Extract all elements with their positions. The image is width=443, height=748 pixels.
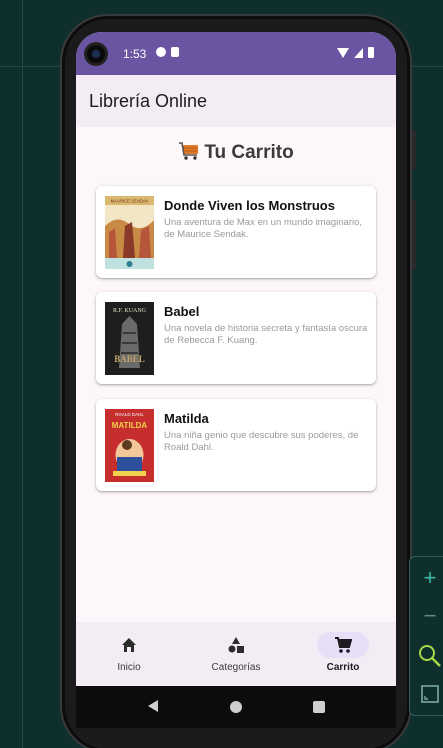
cover-author-text: ROALD DAHL	[115, 412, 144, 417]
page-title: Tu Carrito	[76, 142, 396, 164]
book-title: Donde Viven los Monstruos	[164, 198, 335, 213]
nav-active-indicator	[317, 632, 369, 658]
app-title: Librería Online	[89, 90, 208, 111]
nav-item-categorias[interactable]: Categorías	[183, 622, 289, 686]
app-bar: Librería Online	[76, 75, 396, 127]
cover-title-text: BABEL	[114, 354, 145, 364]
cover-author-text: R.F. KUANG	[113, 308, 147, 314]
front-camera	[84, 42, 108, 66]
book-cover-babel: R.F. KUANG BABEL	[105, 302, 154, 375]
home-icon	[122, 638, 136, 652]
volume-button	[412, 130, 416, 170]
status-bar: 1:53	[76, 32, 396, 75]
fit-screen-icon[interactable]	[410, 675, 443, 713]
book-description: Una novela de historia secreta y fantasí…	[164, 323, 368, 346]
nav-label: Categorías	[211, 662, 261, 673]
sd-card-icon	[171, 47, 179, 57]
battery-icon	[368, 47, 374, 58]
system-navigation-bar	[76, 686, 396, 728]
book-title: Babel	[164, 304, 200, 319]
app-screen: 1:53 Librería Online Tu Carrito MAURICE …	[76, 32, 396, 686]
status-time: 1:53	[123, 47, 147, 61]
cart-item[interactable]: MAURICE SENDAK Donde Viven los Monstruos…	[96, 186, 376, 278]
wifi-icon	[337, 47, 349, 58]
back-icon[interactable]	[148, 700, 158, 712]
page-title-text: Tu Carrito	[204, 142, 294, 163]
bottom-navigation: Inicio Categorías Carrito	[76, 622, 396, 686]
cover-author-text: MAURICE SENDAK	[111, 199, 149, 204]
zoom-out-icon[interactable]: −	[410, 597, 443, 635]
emulator-toolbar: + −	[409, 556, 443, 716]
cart-icon	[335, 637, 352, 653]
book-cover-matilda: ROALD DAHL MATILDA	[105, 409, 154, 482]
book-description: Una niña genio que descubre sus poderes,…	[164, 430, 359, 453]
cart-item[interactable]: R.F. KUANG BABEL Babel Una novela de his…	[96, 292, 376, 384]
book-cover-monstruos: MAURICE SENDAK	[105, 196, 154, 269]
power-button	[412, 200, 416, 270]
zoom-in-icon[interactable]: +	[410, 559, 443, 597]
cart-item[interactable]: ROALD DAHL MATILDA Matilda Una niña geni…	[96, 399, 376, 491]
cover-title-text: MATILDA	[112, 421, 148, 430]
signal-icon	[354, 47, 363, 58]
nav-item-inicio[interactable]: Inicio	[76, 622, 182, 686]
recents-icon[interactable]	[313, 701, 325, 713]
home-circle-icon[interactable]	[230, 701, 242, 713]
zoom-1to1-icon[interactable]	[410, 637, 443, 675]
category-icon	[228, 637, 244, 653]
nav-label: Inicio	[117, 662, 141, 673]
book-description: Una aventura de Max en un mundo imaginar…	[164, 217, 363, 240]
shopping-cart-icon	[179, 142, 199, 160]
desktop-grid-line	[22, 0, 23, 748]
nav-label: Carrito	[326, 662, 360, 673]
book-title: Matilda	[164, 411, 209, 426]
nav-item-carrito[interactable]: Carrito	[290, 622, 396, 686]
notification-icon	[156, 47, 166, 57]
